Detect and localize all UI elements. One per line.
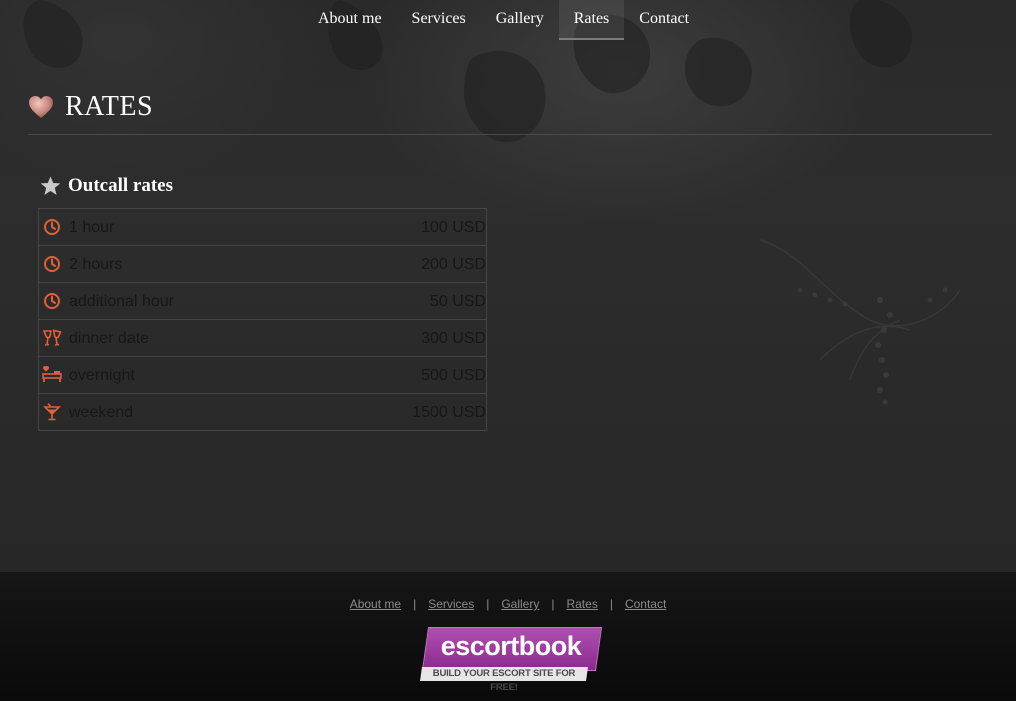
page-title: RATES [65, 91, 154, 122]
rate-label: overnight [69, 367, 135, 384]
rate-price: 1500 USD [412, 404, 486, 421]
footer-link-rates[interactable]: Rates [566, 597, 597, 611]
rate-label: weekend [69, 404, 134, 421]
wine-glasses-icon [42, 329, 62, 346]
footer-link-contact[interactable]: Contact [625, 597, 666, 611]
rate-row: additional hour 50 USD [39, 283, 486, 320]
cocktail-icon [43, 403, 61, 421]
rate-price: 300 USD [421, 330, 486, 347]
badge-logo-text: escortbook [440, 631, 582, 661]
page-heading: RATES [28, 88, 992, 135]
nav-item-services[interactable]: Services [397, 0, 481, 38]
rate-row: 1 hour 100 USD [39, 209, 486, 246]
rates-table: 1 hour 100 USD 2 hours 200 USD additiona… [38, 208, 487, 431]
footer-link-gallery[interactable]: Gallery [501, 597, 539, 611]
rate-label: additional hour [69, 293, 174, 310]
rate-label: 2 hours [69, 256, 123, 273]
bed-heart-icon [42, 365, 62, 382]
rate-row: dinner date 300 USD [39, 320, 486, 357]
footer-navigation: About me | Services | Gallery | Rates | Contact [0, 597, 1016, 611]
rate-price: 50 USD [429, 293, 486, 310]
footer-separator: | [609, 597, 613, 611]
rate-row: 2 hours 200 USD [39, 246, 486, 283]
star-icon [40, 176, 61, 195]
clock-icon [44, 219, 60, 235]
heart-icon [29, 96, 53, 118]
nav-item-about-me[interactable]: About me [303, 0, 397, 38]
rate-price: 200 USD [421, 256, 486, 273]
footer-separator: | [486, 597, 490, 611]
section-title: Outcall rates [68, 175, 174, 196]
footer-separator: | [413, 597, 417, 611]
rate-row: weekend 1500 USD [39, 394, 486, 430]
rate-label: dinner date [69, 330, 150, 347]
clock-icon [44, 293, 60, 309]
footer-link-about-me[interactable]: About me [350, 597, 401, 611]
footer: About me | Services | Gallery | Rates | Contact … [0, 572, 1016, 701]
escortbook-badge-link[interactable]: escortbook BUILD YOUR ESCORT SITE FOR FR… [420, 627, 603, 693]
nav-item-gallery[interactable]: Gallery [481, 0, 559, 38]
nav-item-rates[interactable]: Rates [558, 0, 625, 40]
rate-price: 100 USD [421, 219, 486, 236]
badge-tagline: BUILD YOUR ESCORT SITE FOR FREE! [432, 668, 576, 693]
rate-price: 500 USD [421, 367, 486, 384]
footer-link-services[interactable]: Services [428, 597, 474, 611]
rate-row: overnight 500 USD [39, 357, 486, 394]
clock-icon [44, 256, 60, 272]
main-navigation: About me Services Gallery Rates Contact [303, 0, 704, 40]
nav-item-contact[interactable]: Contact [624, 0, 704, 38]
rate-label: 1 hour [69, 219, 115, 236]
footer-separator: | [551, 597, 555, 611]
